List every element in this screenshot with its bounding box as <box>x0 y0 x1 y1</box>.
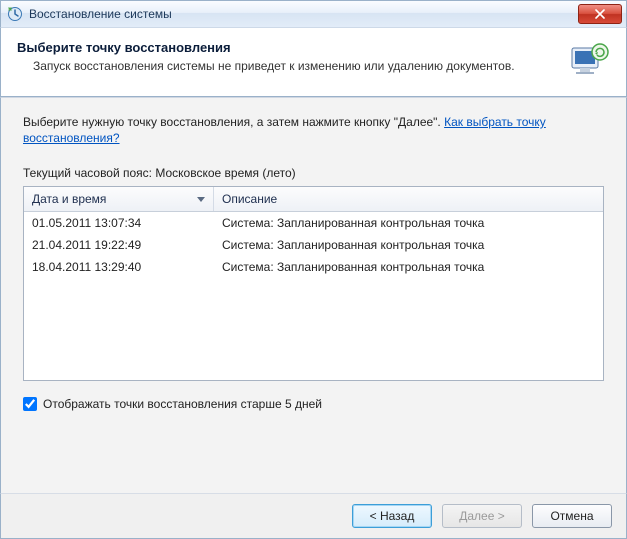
next-button[interactable]: Далее > <box>442 504 522 528</box>
cell-date: 21.04.2011 19:22:49 <box>24 236 214 254</box>
cell-description: Система: Запланированная контрольная точ… <box>214 236 603 254</box>
window-title: Восстановление системы <box>29 7 578 21</box>
table-row[interactable]: 21.04.2011 19:22:49Система: Запланирован… <box>24 234 603 256</box>
instruction-prefix: Выберите нужную точку восстановления, а … <box>23 115 444 129</box>
table-body: 01.05.2011 13:07:34Система: Запланирован… <box>24 212 603 278</box>
titlebar: Восстановление системы <box>0 0 627 28</box>
back-button[interactable]: < Назад <box>352 504 432 528</box>
close-icon <box>595 9 605 19</box>
close-button[interactable] <box>578 4 622 24</box>
system-restore-icon <box>568 40 610 82</box>
main-panel: Выберите нужную точку восстановления, а … <box>0 97 627 493</box>
column-header-date-label: Дата и время <box>32 192 106 206</box>
banner-title: Выберите точку восстановления <box>17 40 558 55</box>
table-row[interactable]: 18.04.2011 13:29:40Система: Запланирован… <box>24 256 603 278</box>
table-row[interactable]: 01.05.2011 13:07:34Система: Запланирован… <box>24 212 603 234</box>
cancel-button[interactable]: Отмена <box>532 504 612 528</box>
table-header: Дата и время Описание <box>24 187 603 212</box>
timezone-label: Текущий часовой пояс: Московское время (… <box>23 166 604 180</box>
column-header-date[interactable]: Дата и время <box>24 187 214 211</box>
restore-points-table: Дата и время Описание 01.05.2011 13:07:3… <box>23 186 604 381</box>
cell-description: Система: Запланированная контрольная точ… <box>214 258 603 276</box>
show-older-label[interactable]: Отображать точки восстановления старше 5… <box>43 397 322 411</box>
restore-icon <box>7 6 23 22</box>
cell-date: 01.05.2011 13:07:34 <box>24 214 214 232</box>
cell-description: Система: Запланированная контрольная точ… <box>214 214 603 232</box>
banner-subtitle: Запуск восстановления системы не приведе… <box>17 59 558 73</box>
show-older-checkbox-row: Отображать точки восстановления старше 5… <box>23 397 604 411</box>
show-older-checkbox[interactable] <box>23 397 37 411</box>
header-banner: Выберите точку восстановления Запуск вос… <box>0 28 627 97</box>
banner-text: Выберите точку восстановления Запуск вос… <box>17 40 558 82</box>
column-header-description[interactable]: Описание <box>214 187 603 211</box>
instruction-text: Выберите нужную точку восстановления, а … <box>23 114 604 146</box>
cell-date: 18.04.2011 13:29:40 <box>24 258 214 276</box>
